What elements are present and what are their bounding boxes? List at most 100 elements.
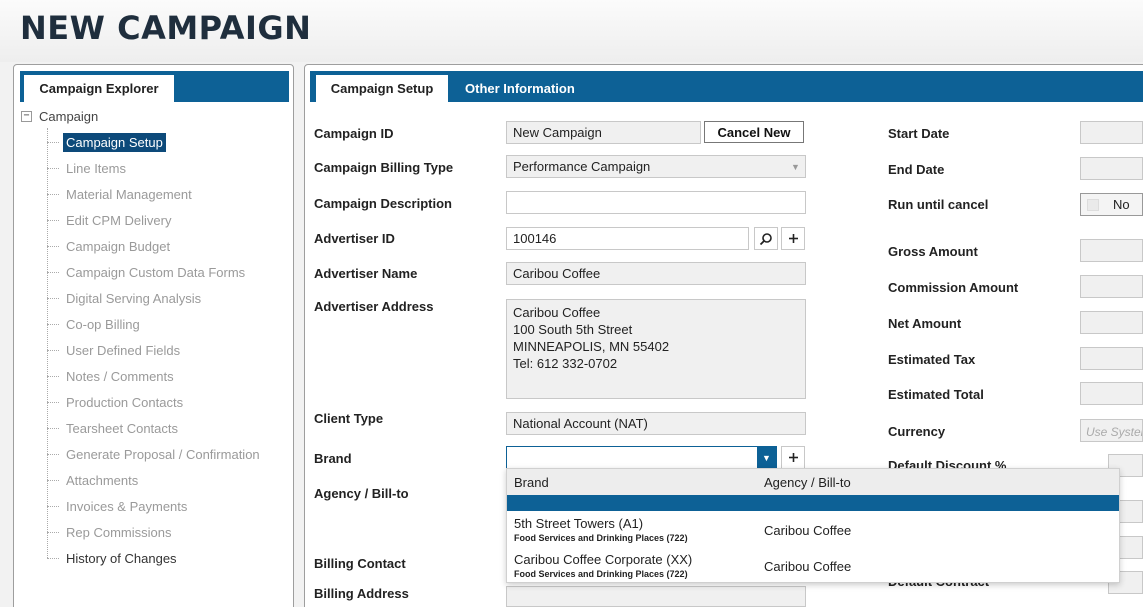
tree-connector (47, 505, 59, 507)
advertiser-name-field: Caribou Coffee (506, 262, 806, 285)
campaign-description-label: Campaign Description (314, 196, 452, 211)
tab-other-information[interactable]: Other Information (465, 75, 575, 102)
tree-item-label: Notes / Comments (66, 368, 174, 384)
commission-amount-label: Commission Amount (888, 280, 1019, 295)
tree-item[interactable]: Rep Commissions (47, 521, 174, 543)
plus-icon (788, 453, 798, 462)
estimated-total-field (1080, 382, 1143, 405)
dropdown-option[interactable]: Caribou Coffee Corporate (XX) Food Servi… (507, 549, 1119, 585)
tree-item[interactable]: Tearsheet Contacts (47, 417, 181, 439)
magnifier-icon[interactable] (754, 227, 778, 250)
advertiser-id-input[interactable]: 100146 (506, 227, 749, 250)
tree-item[interactable]: User Defined Fields (47, 339, 183, 361)
billing-contact-label: Billing Contact (314, 556, 406, 571)
campaign-description-input[interactable] (506, 191, 806, 214)
tab-campaign-explorer[interactable]: Campaign Explorer (24, 75, 174, 102)
chevron-down-icon[interactable]: ▼ (757, 447, 776, 468)
currency-label: Currency (888, 424, 946, 439)
add-advertiser-button[interactable] (781, 227, 805, 250)
toggle-value: No (1113, 197, 1130, 212)
run-until-cancel-label: Run until cancel (888, 197, 989, 212)
tree-connector (47, 531, 59, 533)
dropdown-empty-selected-row[interactable] (507, 495, 1119, 511)
tree-item-label: User Defined Fields (66, 342, 181, 358)
brand-dropdown-list: Brand Agency / Bill-to 5th Street Towers… (506, 468, 1120, 583)
tree-item[interactable]: Campaign Custom Data Forms (47, 261, 248, 283)
billing-type-label: Campaign Billing Type (314, 160, 454, 175)
brand-select[interactable]: ▼ (506, 446, 777, 469)
tree-connector (47, 245, 59, 247)
tree-item-label: Production Contacts (66, 394, 184, 410)
advertiser-id-label: Advertiser ID (314, 231, 395, 246)
page-title: NEW CAMPAIGN (20, 9, 312, 47)
tree-connector (47, 141, 59, 143)
tree-item[interactable]: Notes / Comments (47, 365, 177, 387)
tree-item[interactable]: Campaign Budget (47, 235, 173, 257)
option-agency: Caribou Coffee (764, 523, 852, 538)
tree-connector (47, 349, 59, 351)
net-amount-label: Net Amount (888, 316, 962, 331)
net-amount-field (1080, 311, 1143, 334)
commission-amount-field (1080, 275, 1143, 298)
form-tabbar: Campaign Setup Other Information (310, 71, 1143, 102)
explorer-tabbar: Campaign Explorer (20, 71, 289, 102)
cancel-new-button[interactable]: Cancel New (704, 121, 804, 143)
tree-item[interactable]: Attachments (47, 469, 141, 491)
tree-connector (47, 401, 59, 403)
tree-item[interactable]: History of Changes (47, 547, 180, 569)
option-category: Food Services and Drinking Places (722) (514, 569, 688, 579)
tree-item-label: Edit CPM Delivery (66, 212, 172, 228)
tree-item-label: Line Items (66, 160, 126, 176)
tree-item-label: Generate Proposal / Confirmation (66, 446, 260, 462)
advertiser-address-label: Advertiser Address (314, 299, 434, 314)
tree-item-label: Digital Serving Analysis (66, 290, 202, 306)
tree-item[interactable]: Digital Serving Analysis (47, 287, 204, 309)
tree-connector (47, 427, 59, 429)
tree-item[interactable]: Generate Proposal / Confirmation (47, 443, 263, 465)
chevron-down-icon[interactable]: ▼ (786, 156, 805, 177)
billing-type-select[interactable]: Performance Campaign ▼ (506, 155, 806, 178)
tree-connector (47, 323, 59, 325)
tree-item-label: Tearsheet Contacts (66, 420, 179, 436)
address-line: 100 South 5th Street (513, 322, 633, 337)
tree-connector (47, 479, 59, 481)
tree-connector (47, 219, 59, 221)
run-until-cancel-toggle[interactable]: No (1080, 193, 1143, 216)
tree-item[interactable]: Edit CPM Delivery (47, 209, 174, 231)
tree-root-campaign[interactable]: − Campaign (21, 109, 98, 124)
tree-item-label: Invoices & Payments (66, 498, 188, 514)
currency-select[interactable]: Use System (1080, 419, 1143, 442)
collapse-icon[interactable]: − (21, 111, 32, 122)
tree-item-label: Material Management (66, 186, 192, 202)
tree-connector (47, 375, 59, 377)
end-date-input[interactable] (1080, 157, 1143, 180)
agency-label: Agency / Bill-to (314, 486, 409, 501)
tree-item-label: History of Changes (66, 550, 177, 566)
tree-connector (47, 557, 59, 559)
toggle-knob (1087, 198, 1099, 211)
dropdown-option[interactable]: 5th Street Towers (A1) Food Services and… (507, 513, 1119, 549)
billing-address-field (506, 586, 806, 607)
estimated-tax-label: Estimated Tax (888, 352, 976, 367)
add-brand-button[interactable] (781, 446, 805, 469)
tree-item[interactable]: Co-op Billing (47, 313, 143, 335)
tab-campaign-setup[interactable]: Campaign Setup (316, 75, 448, 102)
option-brand: 5th Street Towers (A1) (514, 516, 644, 531)
tree-item[interactable]: Campaign Setup (47, 131, 166, 153)
tree-item[interactable]: Invoices & Payments (47, 495, 190, 517)
brand-label: Brand (314, 451, 352, 466)
tree-item-label: Attachments (66, 472, 139, 488)
tree-item-label: Campaign Custom Data Forms (66, 264, 246, 280)
tree-item[interactable]: Material Management (47, 183, 195, 205)
tree-root-label: Campaign (39, 109, 99, 124)
estimated-tax-field (1080, 347, 1143, 370)
tree-item-label: Campaign Budget (66, 238, 171, 254)
address-line: Tel: 612 332-0702 (513, 356, 618, 371)
tree-item-label: Campaign Setup (63, 132, 166, 152)
tree-item[interactable]: Line Items (47, 157, 129, 179)
start-date-input[interactable] (1080, 121, 1143, 144)
right-field-hidden-1[interactable] (1118, 500, 1143, 523)
tree-item[interactable]: Production Contacts (47, 391, 186, 413)
right-field-hidden-2[interactable] (1118, 536, 1143, 559)
campaign-id-field: New Campaign (506, 121, 701, 144)
